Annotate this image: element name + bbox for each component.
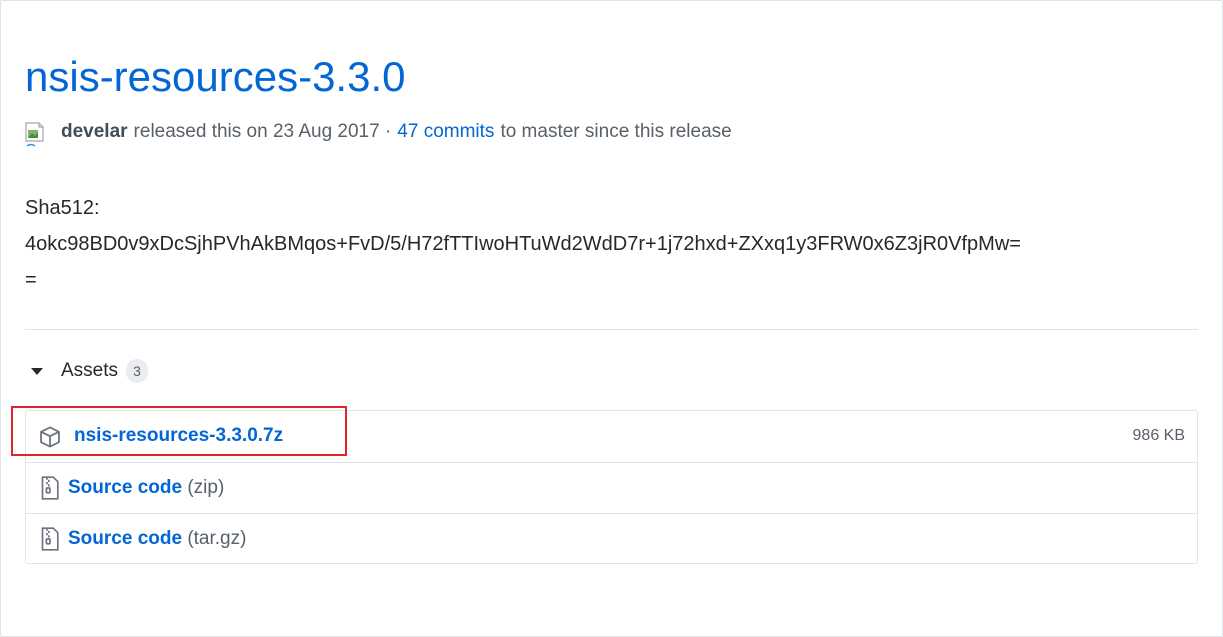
source-code-label: Source code [68, 477, 183, 498]
commits-suffix: to master since this release [500, 121, 732, 142]
sha-label: Sha512: [25, 197, 100, 219]
asset-row: nsis-resources-3.3.0.7z 986 KB [26, 411, 1197, 461]
source-zip-link[interactable]: Source code (zip) [68, 477, 224, 499]
source-format-label: (tar.gz) [187, 528, 247, 549]
assets-toggle[interactable]: Assets 3 [25, 356, 149, 386]
source-targz-link[interactable]: Source code (tar.gz) [68, 528, 246, 550]
source-code-label: Source code [68, 528, 183, 549]
assets-count-badge: 3 [126, 359, 149, 383]
sha-hash: 4okc98BD0v9xDcSjhPVhAkBMqos+FvD/5/H72fTT… [25, 226, 1200, 298]
broken-image-icon [25, 122, 44, 147]
assets-list: nsis-resources-3.3.0.7z 986 KB Source co… [25, 410, 1198, 564]
released-text: released this on 23 Aug 2017 · [133, 121, 392, 142]
package-icon [39, 426, 61, 453]
avatar[interactable] [25, 121, 47, 147]
sha-hash-tail: = [25, 269, 37, 291]
author-link[interactable]: develar [61, 121, 128, 143]
source-format-label: (zip) [187, 477, 225, 498]
release-notes: Sha512: 4okc98BD0v9xDcSjhPVhAkBMqos+FvD/… [25, 190, 1200, 298]
file-zip-icon [40, 476, 60, 505]
caret-down-icon [31, 367, 43, 375]
release-meta: develar released this on 23 Aug 2017 · 4… [25, 119, 732, 147]
assets-label: Assets [61, 360, 119, 381]
asset-row: Source code (tar.gz) [26, 513, 1197, 564]
file-zip-icon [40, 527, 60, 556]
commits-link[interactable]: 47 commits [397, 121, 494, 143]
asset-row: Source code (zip) [26, 462, 1197, 513]
release-title-link[interactable]: nsis-resources-3.3.0 [25, 48, 405, 106]
asset-size: 986 KB [1132, 427, 1185, 444]
asset-download-link[interactable]: nsis-resources-3.3.0.7z [74, 425, 283, 447]
sha-hash-line: 4okc98BD0v9xDcSjhPVhAkBMqos+FvD/5/H72fTT… [25, 233, 1021, 255]
divider [25, 329, 1198, 330]
